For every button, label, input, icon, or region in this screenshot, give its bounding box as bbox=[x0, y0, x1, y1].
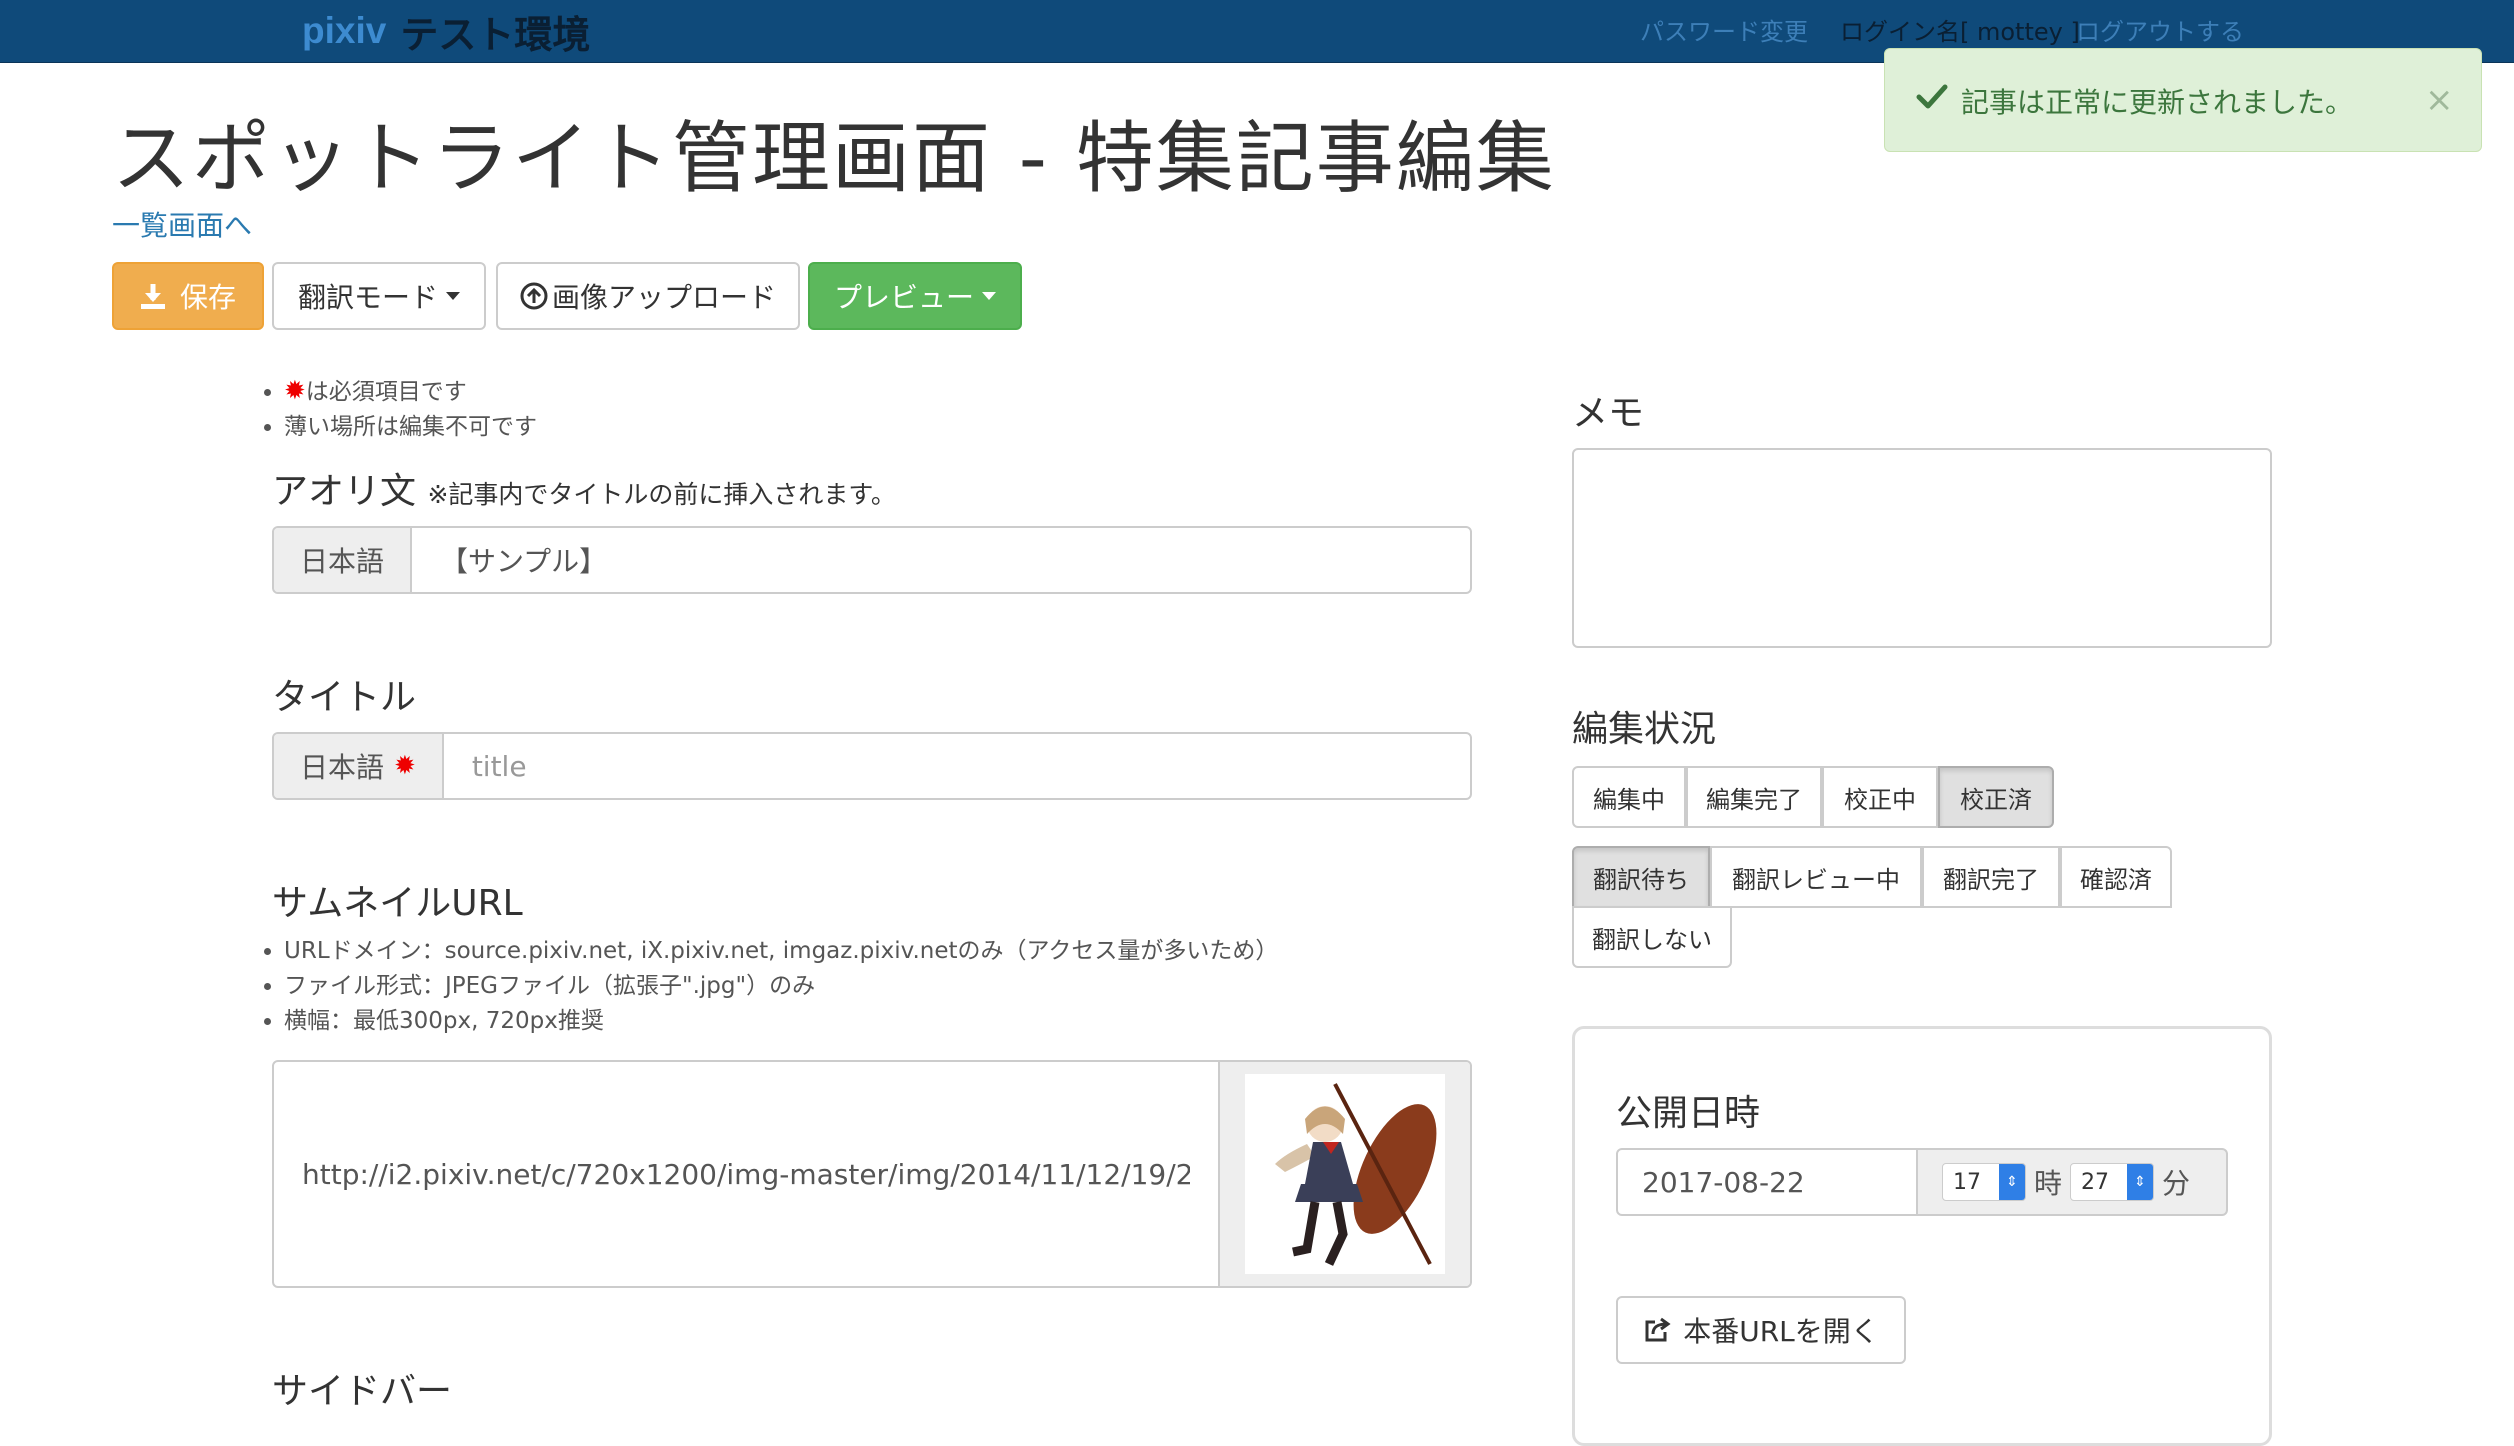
aori-input[interactable]: 【サンプル】 bbox=[412, 528, 1470, 592]
memo-heading: メモ bbox=[1572, 393, 1645, 434]
alert-message: 記事は正常に更新されました。 bbox=[1961, 86, 2354, 119]
required-star-icon: ✹ bbox=[394, 751, 416, 781]
aori-input-group: 日本語 【サンプル】 bbox=[272, 526, 1472, 594]
thumbnail-input-group: http://i2.pixiv.net/c/720x1200/img-maste… bbox=[272, 1060, 1472, 1288]
hour-select[interactable]: 17 ⇕ bbox=[1942, 1163, 2026, 1201]
sidebar-heading: サイドバー bbox=[272, 1371, 453, 1412]
back-to-list-link[interactable]: 一覧画面へ bbox=[112, 204, 252, 244]
aori-heading: アオリ文 ※記事内でタイトルの前に挿入されます。 bbox=[272, 462, 896, 514]
external-link-icon bbox=[1645, 1317, 1671, 1342]
translate-mode-label: 翻訳モード bbox=[297, 281, 438, 314]
title-input-group: 日本語 ✹ title bbox=[272, 732, 1472, 800]
open-production-url-button[interactable]: 本番URLを開く bbox=[1616, 1296, 1906, 1364]
preview-label: プレビュー bbox=[833, 281, 974, 314]
translate-status-option[interactable]: 翻訳しない bbox=[1572, 906, 1732, 968]
thumbnail-notes: URLドメイン：source.pixiv.net, iX.pixiv.net, … bbox=[238, 934, 1278, 1039]
thumbnail-note: 横幅：最低300px, 720px推奨 bbox=[284, 1004, 1278, 1039]
brand-logo[interactable]: pixiv テスト環境 bbox=[302, 6, 591, 57]
translate-status-option[interactable]: 翻訳完了 bbox=[1922, 846, 2060, 908]
image-upload-button[interactable]: 画像アップロード bbox=[496, 262, 800, 330]
publish-time-group: 17 ⇕ 時 27 ⇕ 分 bbox=[1916, 1148, 2228, 1216]
translate-status-option[interactable]: 確認済 bbox=[2060, 846, 2172, 908]
success-alert: 記事は正常に更新されました。 × bbox=[1884, 48, 2482, 152]
translate-mode-dropdown[interactable]: 翻訳モード bbox=[272, 262, 486, 330]
thumbnail-heading: サムネイルURL bbox=[272, 883, 523, 924]
aori-subtext: ※記事内でタイトルの前に挿入されます。 bbox=[427, 480, 896, 509]
logout-link[interactable]: ログアウトする bbox=[2076, 12, 2244, 47]
password-change-link[interactable]: パスワード変更 bbox=[1640, 12, 1808, 47]
page-title: スポットライト管理画面 - 特集記事編集 bbox=[112, 114, 1556, 204]
preview-dropdown[interactable]: プレビュー bbox=[808, 262, 1022, 330]
thumbnail-note: URLドメイン：source.pixiv.net, iX.pixiv.net, … bbox=[284, 934, 1278, 969]
open-production-url-label: 本番URLを開く bbox=[1683, 1315, 1879, 1348]
save-label: 保存 bbox=[179, 281, 236, 314]
edit-status-heading: 編集状況 bbox=[1572, 709, 1717, 750]
memo-textarea[interactable] bbox=[1572, 448, 2272, 648]
brand-environment: テスト環境 bbox=[400, 12, 591, 57]
alert-close-icon[interactable]: × bbox=[2425, 83, 2454, 117]
save-button[interactable]: 保存 bbox=[112, 262, 264, 330]
thumbnail-note: ファイル形式：JPEGファイル（拡張子".jpg"）のみ bbox=[284, 969, 1278, 1004]
form-notes: ✹は必須項目です 薄い場所は編集不可です bbox=[238, 374, 537, 445]
translate-status-option-selected[interactable]: 翻訳待ち bbox=[1572, 846, 1710, 908]
edit-status-option-selected[interactable]: 校正済 bbox=[1938, 766, 2054, 828]
title-input[interactable]: title bbox=[444, 734, 1470, 798]
note-readonly: 薄い場所は編集不可です bbox=[284, 410, 537, 445]
title-lang-label: 日本語 ✹ bbox=[274, 734, 444, 798]
brand-pixiv: pixiv bbox=[302, 10, 387, 51]
login-name: ログイン名[ mottey ] bbox=[1840, 18, 2080, 46]
image-upload-label: 画像アップロード bbox=[551, 281, 776, 314]
updown-icon: ⇕ bbox=[2127, 1164, 2154, 1200]
thumbnail-illustration bbox=[1245, 1074, 1445, 1274]
minute-select[interactable]: 27 ⇕ bbox=[2070, 1163, 2155, 1201]
check-icon bbox=[1916, 84, 1948, 109]
translate-status-option[interactable]: 翻訳レビュー中 bbox=[1710, 846, 1922, 908]
publish-heading: 公開日時 bbox=[1616, 1093, 1761, 1134]
hour-suffix: 時 bbox=[2034, 1167, 2063, 1200]
aori-lang-label: 日本語 bbox=[274, 528, 413, 592]
required-star-icon: ✹ bbox=[284, 376, 306, 406]
aori-label: アオリ文 bbox=[272, 471, 417, 512]
thumbnail-url-input[interactable]: http://i2.pixiv.net/c/720x1200/img-maste… bbox=[274, 1062, 1218, 1286]
download-icon bbox=[140, 284, 165, 309]
edit-status-option[interactable]: 編集完了 bbox=[1686, 766, 1822, 828]
upload-circle-icon bbox=[520, 282, 548, 310]
edit-status-option[interactable]: 編集中 bbox=[1572, 766, 1686, 828]
title-heading: タイトル bbox=[272, 677, 417, 718]
caret-down-icon bbox=[982, 292, 996, 300]
publish-date-input[interactable]: 2017-08-22 bbox=[1616, 1148, 1918, 1216]
updown-icon: ⇕ bbox=[1999, 1164, 2025, 1200]
minute-suffix: 分 bbox=[2162, 1167, 2191, 1200]
edit-status-option[interactable]: 校正中 bbox=[1822, 766, 1938, 828]
note-required: ✹は必須項目です bbox=[284, 374, 537, 410]
caret-down-icon bbox=[446, 292, 460, 300]
thumbnail-preview bbox=[1218, 1062, 1470, 1286]
